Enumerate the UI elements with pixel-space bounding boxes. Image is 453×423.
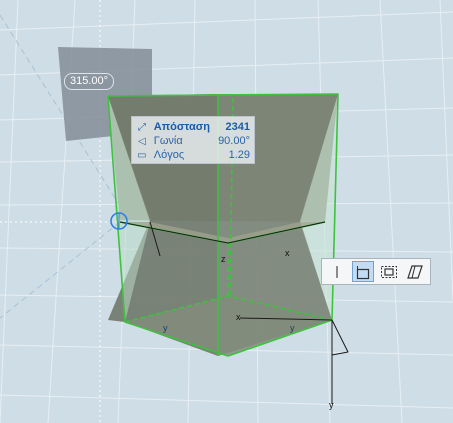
angle-value-tag: 315.00° bbox=[64, 73, 115, 90]
3d-viewport[interactable]: y y x x z y bbox=[0, 0, 453, 423]
pet-corner-rectangle-icon bbox=[356, 265, 370, 279]
axis-label-y-left: y bbox=[163, 323, 168, 333]
tracker-value[interactable]: 2341 bbox=[215, 121, 250, 133]
axis-label-x-right: x bbox=[285, 248, 290, 258]
tracker-label: Γωνία bbox=[153, 135, 183, 147]
pet-corner-rectangle-button[interactable] bbox=[352, 261, 374, 282]
tracker-value[interactable]: 90.00° bbox=[215, 135, 250, 147]
distance-icon: ⤢ bbox=[137, 121, 146, 133]
tracker-label: Λόγος bbox=[153, 149, 185, 161]
pet-centered-rectangle-button[interactable] bbox=[378, 261, 400, 282]
axis-label-z: z bbox=[221, 254, 226, 264]
axis-label-x-origin: x bbox=[236, 312, 241, 322]
axis-label-y-bottom: y bbox=[329, 400, 334, 410]
angle-icon: ◁ bbox=[138, 135, 146, 147]
pet-centered-rectangle-icon bbox=[381, 265, 397, 278]
pet-skewed-rectangle-icon bbox=[407, 264, 423, 279]
tracker-box[interactable]: ⤢ Απόσταση 2341 ◁ Γωνία 90.00° ▭ Λόγος 1… bbox=[131, 116, 255, 164]
tracker-row-ratio[interactable]: ▭ Λόγος 1.29 bbox=[136, 148, 250, 162]
pet-skewed-rectangle-button[interactable] bbox=[404, 261, 426, 282]
tracker-row-angle[interactable]: ◁ Γωνία 90.00° bbox=[136, 134, 250, 148]
pet-line-button[interactable] bbox=[326, 261, 348, 282]
tracker-row-distance[interactable]: ⤢ Απόσταση 2341 bbox=[136, 120, 250, 134]
ratio-icon: ▭ bbox=[137, 149, 147, 161]
axis-label-y-right: y bbox=[290, 323, 295, 333]
tracker-label: Απόσταση bbox=[153, 121, 211, 133]
pet-palette bbox=[321, 258, 431, 285]
tracker-value[interactable]: 1.29 bbox=[215, 149, 250, 161]
pet-line-icon bbox=[336, 265, 338, 278]
